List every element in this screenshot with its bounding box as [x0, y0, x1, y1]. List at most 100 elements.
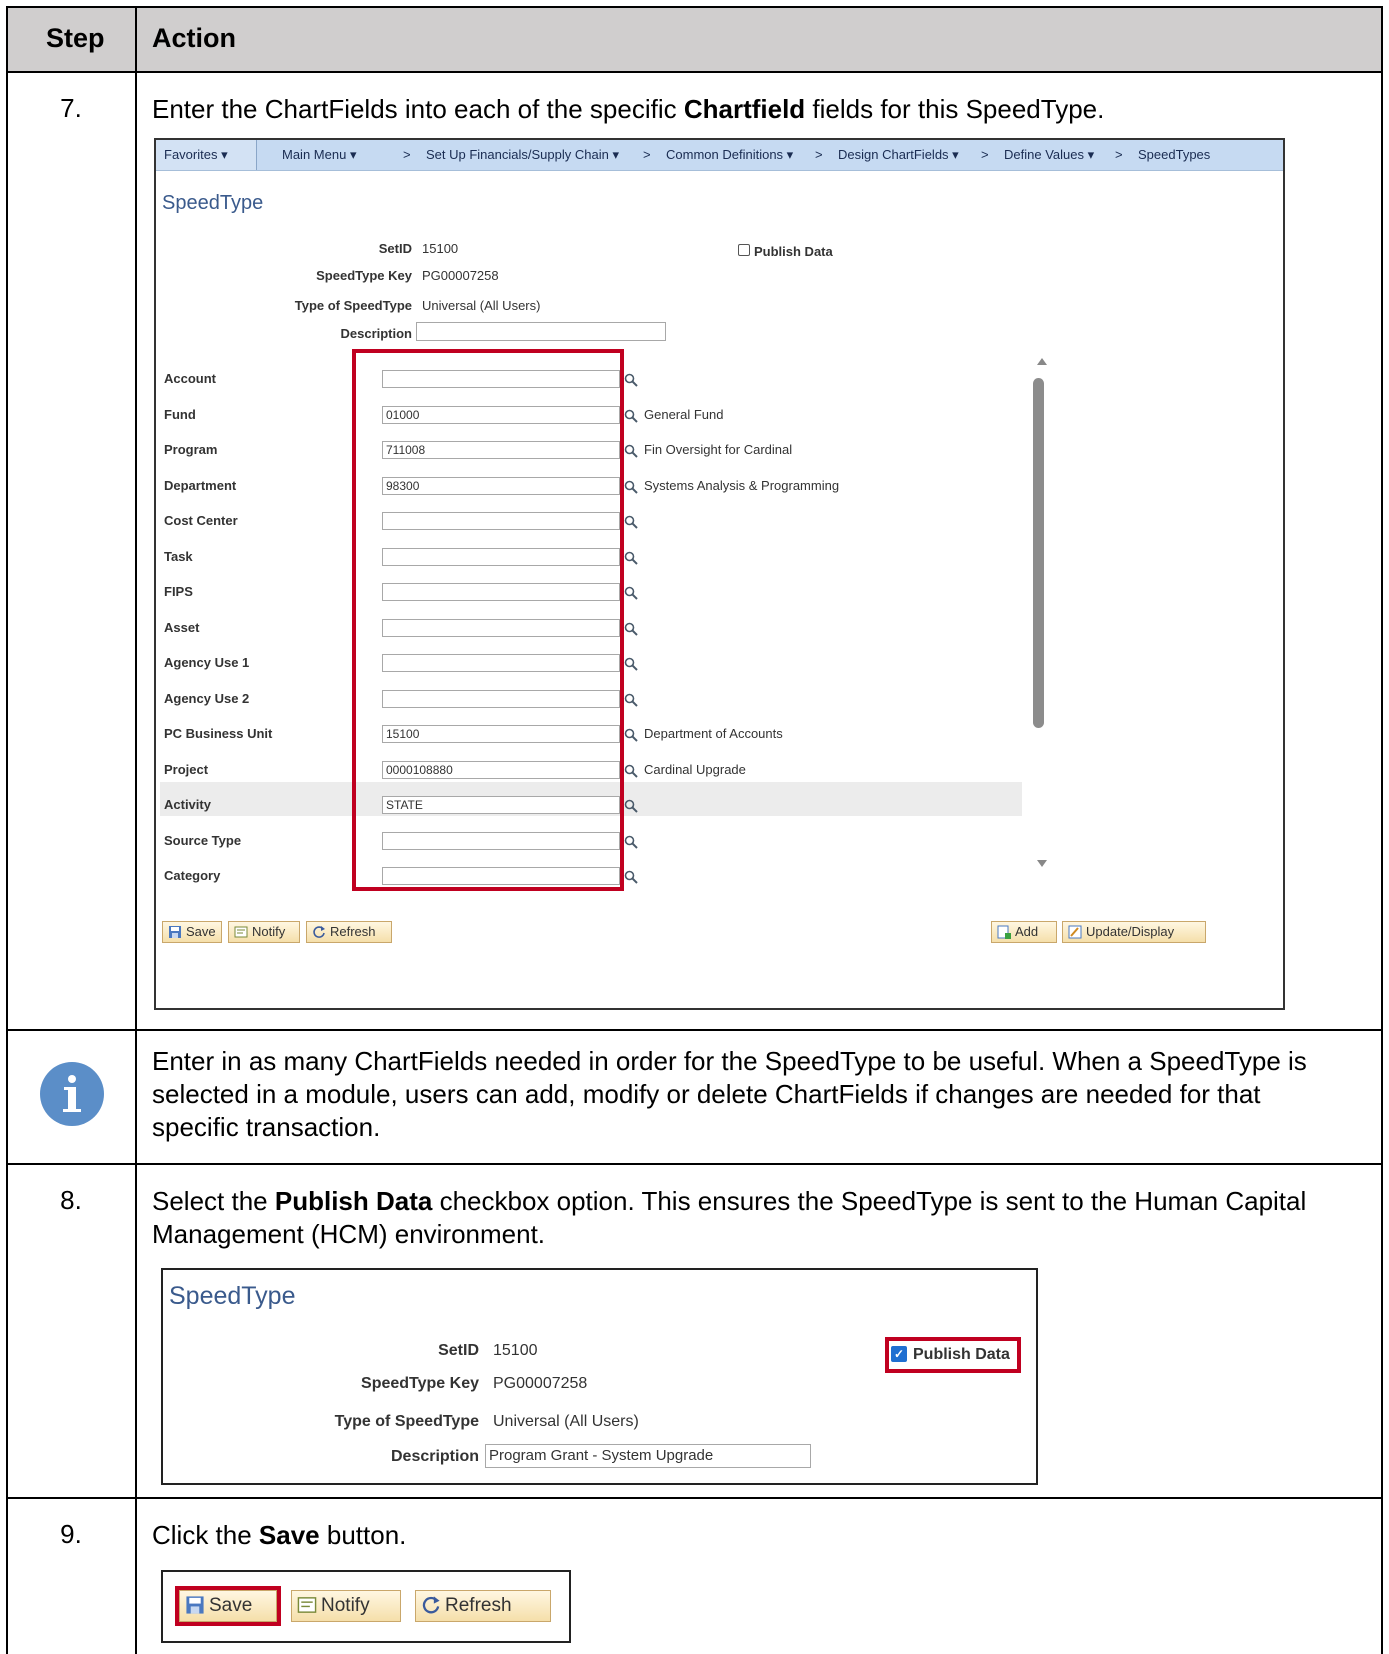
breadcrumb-speedtypes[interactable]: SpeedTypes	[1138, 147, 1210, 162]
scroll-down-icon[interactable]	[1037, 860, 1047, 867]
notify-icon	[297, 1597, 317, 1613]
save-toolbar-screenshot: Save Notify Refresh	[161, 1570, 571, 1643]
chartfield-label: FIPS	[164, 584, 193, 599]
chartfield-label: Cost Center	[164, 513, 238, 528]
publish-data-label: Publish Data	[754, 244, 833, 259]
lookup-icon[interactable]	[624, 799, 638, 813]
speedtype-type-label: Type of SpeedType	[294, 298, 412, 313]
setid-label: SetID	[378, 241, 412, 256]
setid-value: 15100	[422, 241, 459, 256]
chartfield-label: Asset	[164, 620, 200, 635]
description-label: Description	[390, 1448, 479, 1465]
speedtype-key-label: SpeedType Key	[316, 268, 412, 283]
save-highlight	[175, 1586, 281, 1626]
chartfield-label: Agency Use 1	[164, 655, 250, 670]
publish-data-highlight	[885, 1337, 1021, 1373]
step-number: 8.	[60, 1185, 82, 1215]
breadcrumb-sep: >	[643, 147, 651, 162]
chartfield-label: Department	[164, 478, 237, 493]
speedtype-type-value: Universal (All Users)	[493, 1413, 639, 1430]
info-note: Enter in as many ChartFields needed in o…	[152, 1046, 1307, 1142]
breadcrumb-sep: >	[1115, 147, 1123, 162]
breadcrumb-sep: >	[815, 147, 823, 162]
lookup-icon[interactable]	[624, 480, 638, 494]
scrollbar-thumb[interactable]	[1033, 378, 1044, 728]
refresh-button[interactable]: Refresh	[415, 1590, 551, 1622]
speedtype-type-value: Universal (All Users)	[422, 298, 541, 313]
description-input[interactable]	[416, 322, 666, 341]
header-step: Step	[46, 23, 105, 53]
description-label: Description	[340, 326, 412, 341]
scroll-up-icon[interactable]	[1037, 358, 1047, 365]
chartfield-label: Program	[164, 442, 218, 457]
chartfield-label: Project	[164, 762, 209, 777]
lookup-icon[interactable]	[624, 728, 638, 742]
speedtype-screenshot: Favorites ▾ Main Menu ▾ > Set Up Financi…	[154, 138, 1285, 1010]
main-menu[interactable]: Main Menu ▾	[282, 147, 356, 163]
lookup-icon[interactable]	[624, 764, 638, 778]
lookup-icon[interactable]	[624, 622, 638, 636]
step-instruction: Select the Publish Data checkbox option.…	[152, 1186, 1307, 1249]
speedtype-publish-screenshot: SpeedType SetID 15100 SpeedType Key PG00…	[161, 1268, 1038, 1485]
chartfield-description: Cardinal Upgrade	[644, 762, 746, 777]
chartfield-label: Activity	[164, 797, 211, 812]
chartfields-highlight	[352, 349, 624, 891]
step-number: 7.	[60, 93, 82, 123]
breadcrumb-sep: >	[403, 147, 411, 162]
step-instruction: Enter the ChartFields into each of the s…	[152, 94, 1105, 124]
chartfield-description: Fin Oversight for Cardinal	[644, 442, 793, 457]
lookup-icon[interactable]	[624, 409, 638, 423]
chartfield-description: Department of Accounts	[644, 726, 783, 741]
lookup-icon[interactable]	[624, 373, 638, 387]
chartfield-description: General Fund	[644, 407, 724, 422]
speedtype-type-label: Type of SpeedType	[334, 1413, 479, 1430]
update-display-icon	[1068, 925, 1082, 939]
procedure-table: Step Action 7. Enter the ChartFields int…	[0, 0, 1389, 1654]
add-button[interactable]: Add	[991, 921, 1057, 943]
lookup-icon[interactable]	[624, 551, 638, 565]
chartfield-label: Category	[164, 868, 221, 883]
setid-value: 15100	[493, 1342, 538, 1359]
chartfield-label: PC Business Unit	[164, 726, 273, 741]
speedtype-key-value: PG00007258	[422, 268, 499, 283]
lookup-icon[interactable]	[624, 693, 638, 707]
breadcrumb-setup-financials[interactable]: Set Up Financials/Supply Chain ▾	[426, 147, 619, 163]
chartfield-label: Task	[164, 549, 193, 564]
breadcrumb-design-chartfields[interactable]: Design ChartFields ▾	[838, 147, 959, 163]
breadcrumb-sep: >	[981, 147, 989, 162]
lookup-icon[interactable]	[624, 515, 638, 529]
setid-label: SetID	[438, 1342, 479, 1359]
update-display-button[interactable]: Update/Display	[1062, 921, 1206, 943]
info-icon	[40, 1062, 104, 1126]
header-action: Action	[152, 23, 236, 53]
chartfield-label: Agency Use 2	[164, 691, 250, 706]
page-title: SpeedType	[162, 192, 264, 214]
lookup-icon[interactable]	[624, 657, 638, 671]
lookup-icon[interactable]	[624, 835, 638, 849]
favorites-menu[interactable]: Favorites ▾	[164, 147, 228, 163]
add-icon	[997, 925, 1011, 939]
chartfield-label: Account	[164, 371, 216, 386]
save-icon	[169, 926, 181, 938]
notify-button[interactable]: Notify	[291, 1590, 401, 1622]
lookup-icon[interactable]	[624, 586, 638, 600]
page-title: SpeedType	[169, 1282, 296, 1310]
nav-bar: Favorites ▾ Main Menu ▾ > Set Up Financi…	[156, 140, 1283, 171]
step-number: 9.	[60, 1519, 82, 1549]
breadcrumb-define-values[interactable]: Define Values ▾	[1004, 147, 1094, 163]
chartfield-label: Fund	[164, 407, 196, 422]
description-input[interactable]: Program Grant - System Upgrade	[485, 1444, 811, 1468]
step-instruction: Click the Save button.	[152, 1520, 407, 1550]
chartfield-description: Systems Analysis & Programming	[644, 478, 840, 493]
refresh-icon	[313, 926, 325, 938]
refresh-icon	[422, 1596, 440, 1614]
speedtype-key-label: SpeedType Key	[361, 1375, 479, 1392]
lookup-icon[interactable]	[624, 870, 638, 884]
breadcrumb-common-definitions[interactable]: Common Definitions ▾	[666, 147, 793, 163]
save-button[interactable]: Save	[162, 921, 222, 943]
refresh-button[interactable]: Refresh	[306, 921, 392, 943]
chartfield-label: Source Type	[164, 833, 242, 848]
publish-data-checkbox[interactable]	[738, 244, 750, 256]
lookup-icon[interactable]	[624, 444, 638, 458]
notify-button[interactable]: Notify	[228, 921, 300, 943]
